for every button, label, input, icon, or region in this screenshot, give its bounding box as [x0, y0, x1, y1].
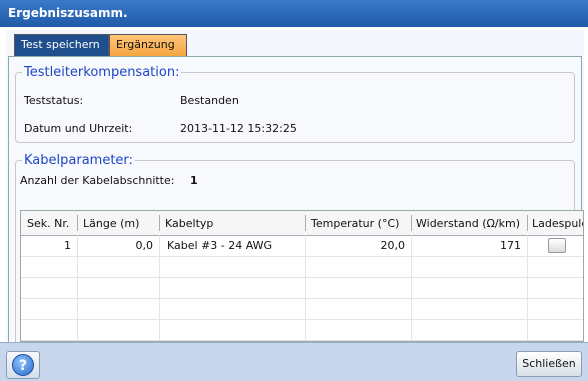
col-header-widerstand[interactable]: Widerstand (Ω/km) [416, 217, 520, 230]
datetime-label: Datum und Uhrzeit: [24, 122, 133, 135]
kabel-group: Kabelparameter: Anzahl der Kabelabschnit… [15, 153, 584, 351]
datetime-value: 2013-11-12 15:32:25 [180, 122, 297, 135]
table-row [21, 298, 583, 320]
col-header-kabeltyp[interactable]: Kabeltyp [165, 217, 213, 230]
dialog-content: Test speichern Ergänzung Testleiterkompe… [6, 30, 584, 372]
kabel-legend: Kabelparameter: [24, 153, 133, 168]
testleiter-group: Testleiterkompensation: Teststatus: Best… [15, 65, 575, 143]
table-header: Sek. Nr. Länge (m) Kabeltyp Temperatur (… [21, 211, 583, 236]
footer-bar: ? Schließen [0, 342, 588, 381]
teststatus-label: Teststatus: [24, 94, 84, 107]
cell-widerstand: 171 [500, 239, 521, 252]
col-header-sek[interactable]: Sek. Nr. [27, 217, 69, 230]
cell-temperatur: 20,0 [380, 239, 406, 252]
dialog-window: Ergebniszusamm. Test speichern Ergänzung… [0, 0, 588, 381]
help-button[interactable]: ? [6, 351, 40, 379]
cell-laenge: 0,0 [135, 239, 154, 252]
table-row[interactable]: 1 0,0 Kabel #3 - 24 AWG 20,0 171 [21, 235, 583, 257]
col-header-temperatur[interactable]: Temperatur (°C) [311, 217, 399, 230]
window-title: Ergebniszusamm. [8, 6, 128, 20]
tab-panel: Testleiterkompensation: Teststatus: Best… [8, 56, 584, 372]
table-row [21, 256, 583, 278]
table-row [21, 277, 583, 299]
tab-test-speichern[interactable]: Test speichern [14, 34, 109, 56]
col-header-ladespule[interactable]: Ladespule [532, 217, 583, 230]
sections-label: Anzahl der Kabelabschnitte: [20, 174, 175, 187]
sections-value: 1 [190, 174, 198, 187]
testleiter-legend: Testleiterkompensation: [24, 65, 180, 80]
cell-sek: 1 [64, 239, 71, 252]
table-row [21, 319, 583, 341]
tab-ergaenzung[interactable]: Ergänzung [109, 34, 187, 56]
question-icon: ? [12, 354, 34, 376]
title-bar: Ergebniszusamm. [0, 0, 588, 27]
ladespule-checkbox[interactable] [548, 238, 566, 253]
kabel-table: Sek. Nr. Länge (m) Kabeltyp Temperatur (… [20, 210, 584, 342]
teststatus-value: Bestanden [180, 94, 239, 107]
col-header-laenge[interactable]: Länge (m) [83, 217, 139, 230]
close-button[interactable]: Schließen [516, 351, 582, 377]
cell-kabeltyp: Kabel #3 - 24 AWG [167, 239, 273, 252]
